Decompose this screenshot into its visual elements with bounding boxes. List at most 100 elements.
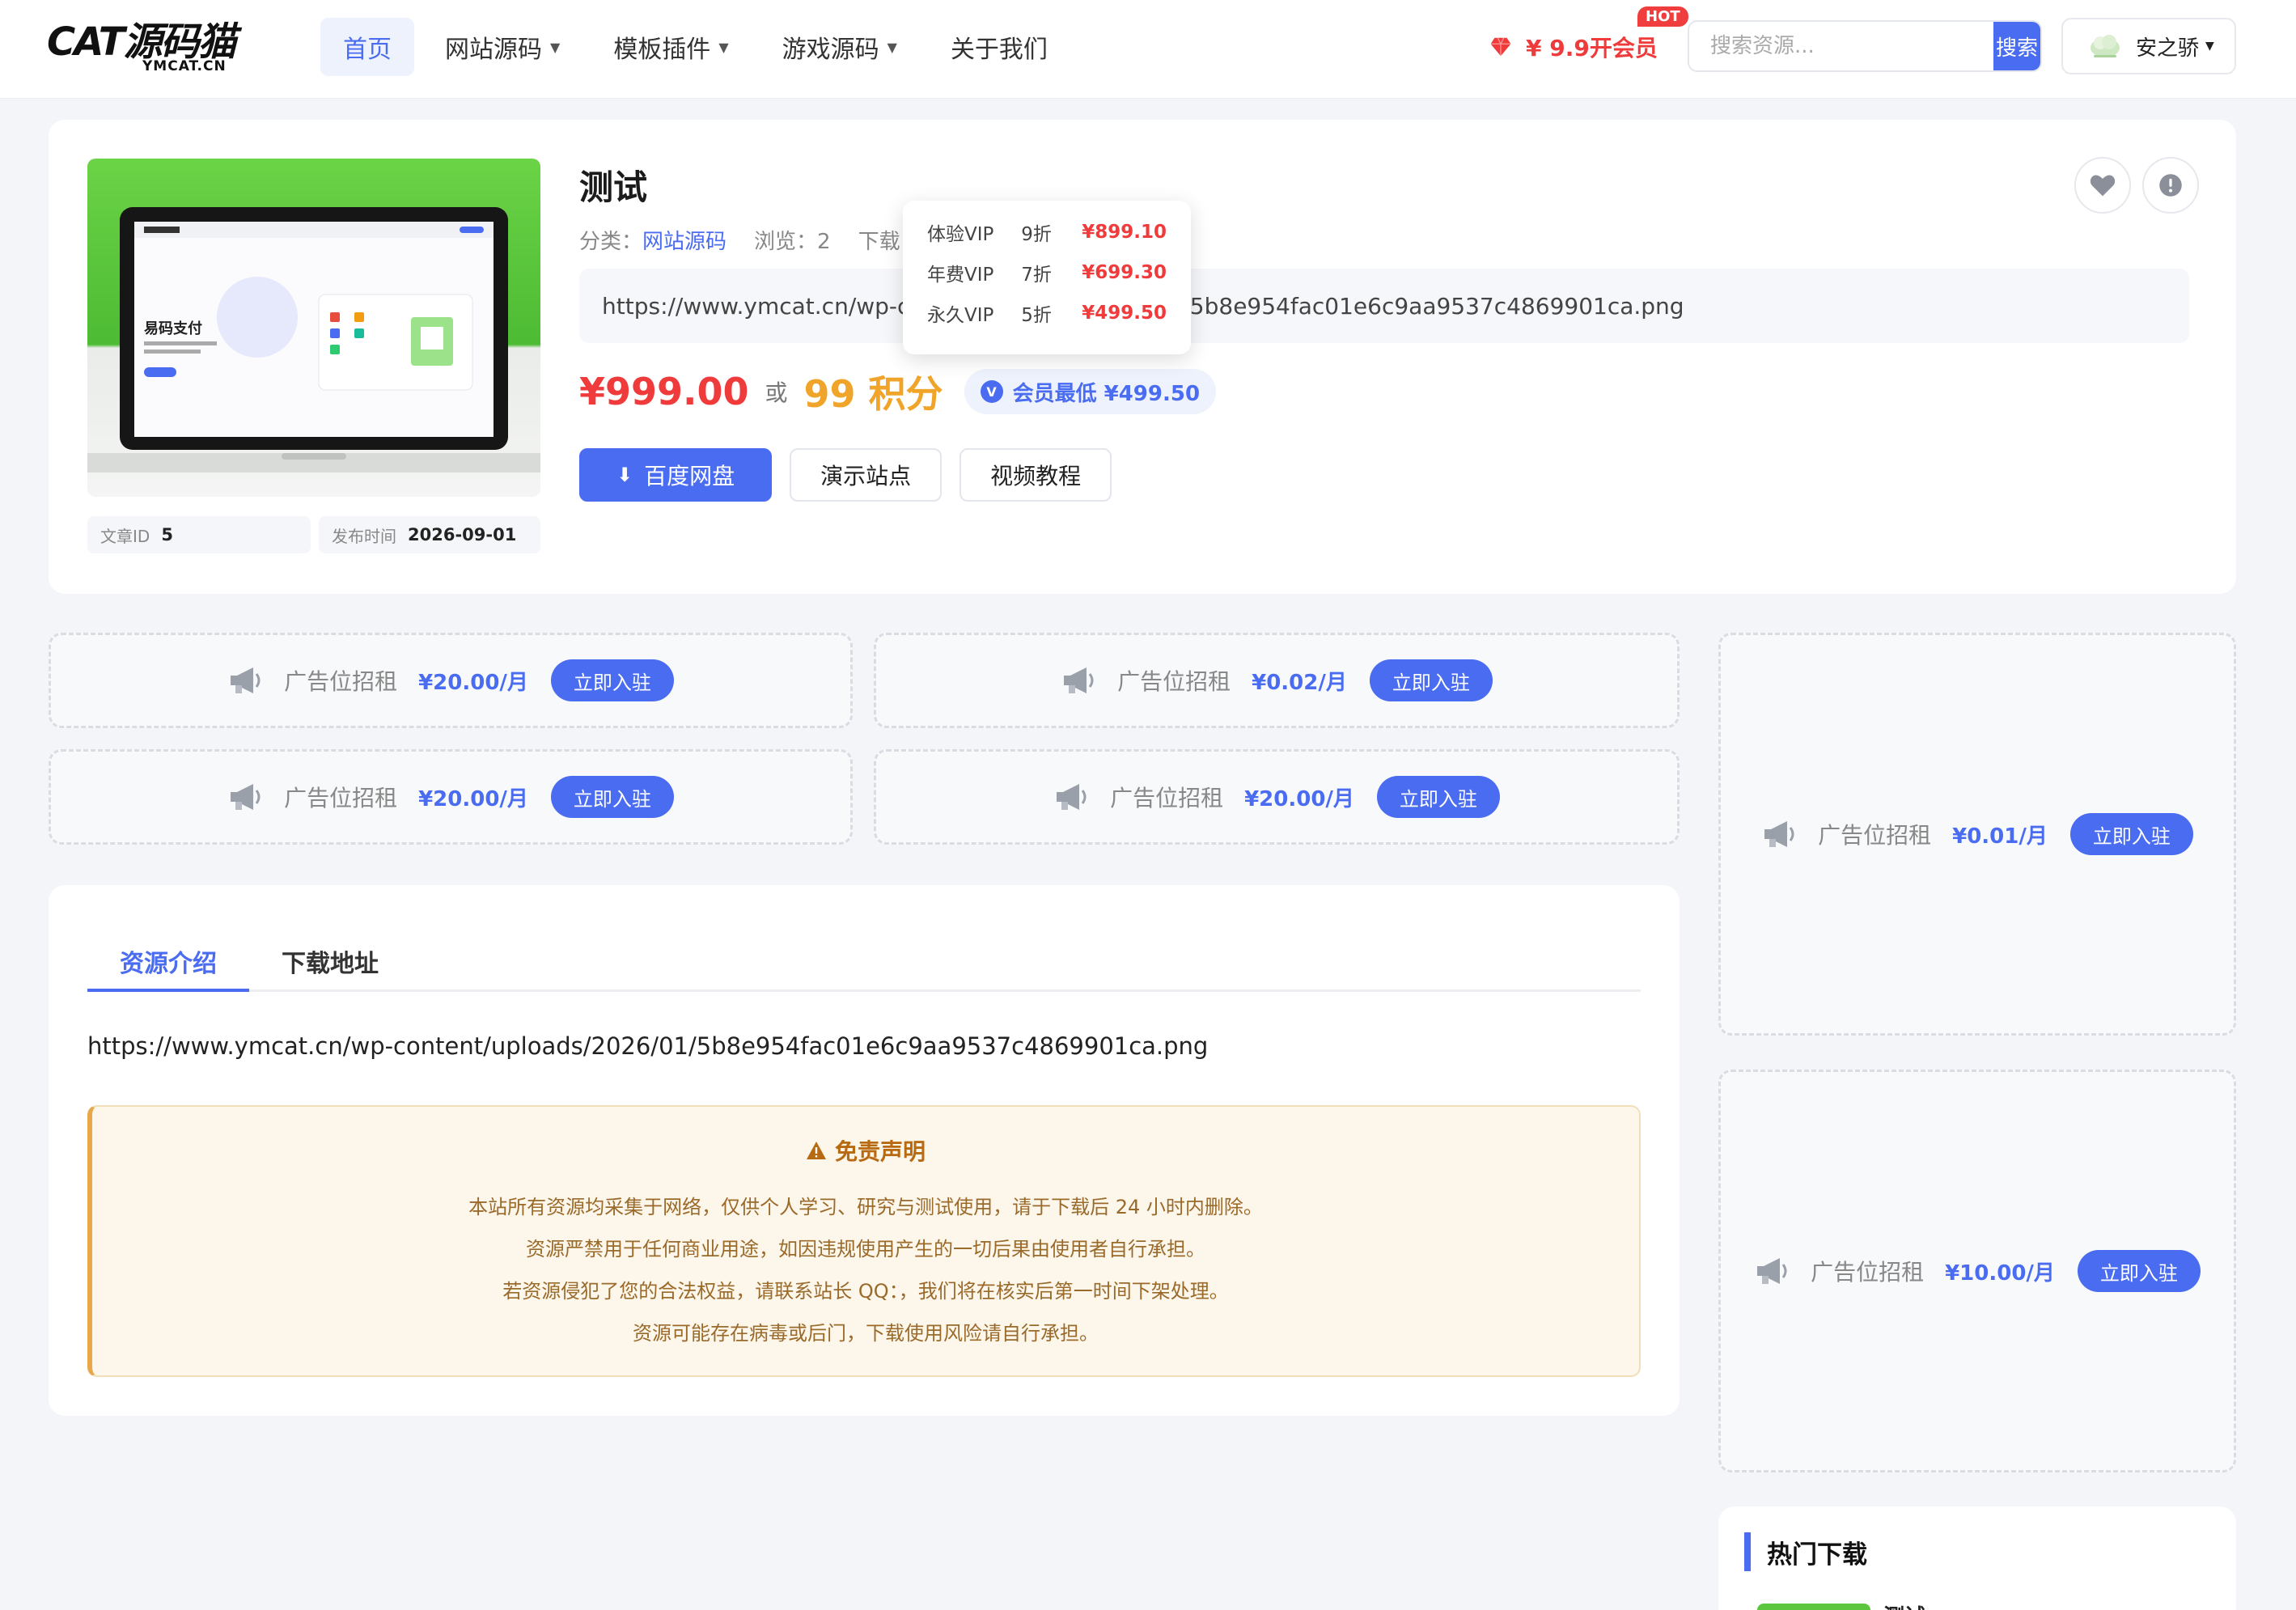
nav-item-templates[interactable]: 模板插件 ▼ <box>591 18 751 76</box>
or-text: 或 <box>765 379 788 406</box>
tab-resource-intro[interactable]: 资源介绍 <box>87 942 249 992</box>
diamond-icon <box>1490 37 1511 57</box>
vip-row: 年费VIP 7折 ¥699.30 <box>927 252 1167 293</box>
vip-row: 体验VIP 9折 ¥899.10 <box>927 212 1167 252</box>
member-min-price[interactable]: V 会员最低 ¥499.50 <box>964 369 1217 414</box>
sidebar-ad-slot: 广告位招租 ¥0.01/月 立即入驻 <box>1718 633 2236 1036</box>
vip-level: 体验VIP <box>927 224 994 245</box>
ad-join-button[interactable]: 立即入驻 <box>1376 776 1500 818</box>
product-card: 易码支付 文章ID 5 发布时间 2026-09-01 测试 分类：网站源码 浏… <box>49 120 2236 594</box>
ad-text: 广告位招租 <box>284 785 398 811</box>
ad-join-button[interactable]: 立即入驻 <box>550 659 674 701</box>
vip-row: 永久VIP 5折 ¥499.50 <box>927 293 1167 333</box>
site-logo[interactable]: CAT源码猫 YMCAT.CN <box>47 18 249 74</box>
vip-signup-link[interactable]: ¥ 9.9开会员 <box>1489 29 1658 65</box>
vip-price: ¥699.30 <box>1082 262 1167 283</box>
ad-slot: 广告位招租 ¥20.00/月 立即入驻 <box>49 749 853 845</box>
ad-join-button[interactable]: 立即入驻 <box>2069 813 2193 855</box>
ad-price: ¥20.00/月 <box>418 670 528 695</box>
publish-label: 发布时间 <box>332 526 396 546</box>
action-buttons: ⬇ 百度网盘 演示站点 视频教程 <box>579 448 1112 502</box>
ad-price: ¥0.02/月 <box>1252 670 1347 695</box>
disclaimer-line: 若资源侵犯了您的合法权益，请联系站长 QQ：，我们将在核实后第一时间下架处理。 <box>502 1280 1229 1303</box>
view-count: 浏览：2 <box>754 230 831 254</box>
megaphone-icon <box>1757 1258 1787 1284</box>
search-button[interactable]: 搜索 <box>1993 22 2040 70</box>
product-title: 测试 <box>579 167 648 207</box>
hot-item-title[interactable]: 测试 <box>1883 1600 1925 1610</box>
user-menu[interactable]: 安之骄 ▼ <box>2061 18 2236 74</box>
caret-down-icon: ▼ <box>887 39 897 55</box>
download-count: 下载 <box>858 230 900 254</box>
megaphone-icon <box>1064 667 1094 693</box>
user-name: 安之骄 <box>2136 36 2200 61</box>
disclaimer-title: 免责声明 <box>92 1134 1639 1167</box>
caret-down-icon: ▼ <box>550 39 561 55</box>
ad-text: 广告位招租 <box>1110 785 1224 811</box>
heart-icon <box>2090 175 2116 197</box>
points-price: 99 积分 <box>803 372 943 416</box>
search-bar: 搜索 <box>1688 20 2042 72</box>
ad-join-button[interactable]: 立即入驻 <box>2077 1250 2201 1292</box>
ad-price: ¥20.00/月 <box>1244 786 1354 811</box>
hot-item-thumbnail[interactable] <box>1757 1604 1870 1610</box>
ad-slot: 广告位招租 ¥20.00/月 立即入驻 <box>874 749 1680 845</box>
favorite-button[interactable] <box>2074 157 2131 214</box>
megaphone-icon <box>1057 784 1087 810</box>
disclaimer-line: 本站所有资源均采集于网络，仅供个人学习、研究与测试使用，请于下载后 24 小时内… <box>468 1196 1263 1218</box>
hot-downloads-card: 热门下载 测试 <box>1718 1506 2236 1610</box>
nav-label: 关于我们 <box>950 36 1048 64</box>
nav-item-home[interactable]: 首页 <box>320 18 414 76</box>
laptop-illustration: 易码支付 <box>87 159 540 497</box>
nav-item-game-source[interactable]: 游戏源码 ▼ <box>760 18 920 76</box>
thumb-title: 易码支付 <box>144 320 202 337</box>
demo-site-button[interactable]: 演示站点 <box>790 448 943 502</box>
vip-price: ¥499.50 <box>1082 303 1167 324</box>
button-label: 百度网盘 <box>644 463 735 489</box>
ad-join-button[interactable]: 立即入驻 <box>1369 659 1493 701</box>
logo-domain: YMCAT.CN <box>142 58 227 74</box>
vip-level: 年费VIP <box>927 265 994 286</box>
video-tutorial-button[interactable]: 视频教程 <box>959 448 1112 502</box>
disclaimer-line: 资源严禁用于任何商业用途，如因违规使用产生的一切后果由使用者自行承担。 <box>526 1238 1205 1260</box>
disclaimer-title-text: 免责声明 <box>834 1138 926 1165</box>
content-card: 资源介绍 下载地址 https://www.ymcat.cn/wp-conten… <box>49 885 1680 1416</box>
publish-date-value: 2026-09-01 <box>408 525 517 544</box>
ad-slot: 广告位招租 ¥0.02/月 立即入驻 <box>874 633 1680 728</box>
report-button[interactable] <box>2142 157 2199 214</box>
hot-downloads-title: 热门下载 <box>1744 1532 1867 1571</box>
price: ¥999.00 <box>579 370 749 413</box>
category-link[interactable]: 网站源码 <box>642 230 727 254</box>
vip-link-label: ¥ 9.9开会员 <box>1526 35 1658 61</box>
nav-label: 网站源码 <box>445 36 542 64</box>
category-info: 分类：网站源码 <box>579 225 727 255</box>
product-thumbnail[interactable]: 易码支付 <box>87 159 540 497</box>
main-nav: 首页 网站源码 ▼ 模板插件 ▼ 游戏源码 ▼ 关于我们 <box>320 18 1070 76</box>
tab-download-address[interactable]: 下载地址 <box>249 942 411 992</box>
ad-join-button[interactable]: 立即入驻 <box>550 776 674 818</box>
vip-price: ¥899.10 <box>1082 222 1167 243</box>
sidebar-ad-slot: 广告位招租 ¥10.00/月 立即入驻 <box>1718 1070 2236 1472</box>
description-text: https://www.ymcat.cn/wp-content/uploads/… <box>87 1032 1209 1060</box>
vip-discount: 5折 <box>1021 305 1052 326</box>
download-icon: ⬇ <box>616 464 633 486</box>
disclaimer-line: 资源可能存在病毒或后门，下载使用风险请自行承担。 <box>633 1322 1099 1345</box>
ad-price: ¥20.00/月 <box>418 786 528 811</box>
ad-text: 广告位招租 <box>1818 822 1932 849</box>
caret-down-icon: ▼ <box>2205 40 2214 53</box>
vip-discount-popup: 体验VIP 9折 ¥899.10 年费VIP 7折 ¥699.30 永久VIP … <box>903 201 1191 354</box>
search-input[interactable] <box>1689 22 1993 70</box>
nav-item-about[interactable]: 关于我们 <box>928 18 1070 76</box>
price-row: ¥999.00 或 99 积分 V 会员最低 ¥499.50 <box>579 366 1217 417</box>
baidu-pan-download-button[interactable]: ⬇ 百度网盘 <box>579 448 773 502</box>
megaphone-icon <box>231 667 261 693</box>
product-url: https://www.ymcat.cn/wp-content/uploads/… <box>579 269 2189 343</box>
article-id-pill: 文章ID 5 <box>87 516 311 553</box>
nav-item-website-source[interactable]: 网站源码 ▼ <box>422 18 582 76</box>
avatar-icon <box>2091 35 2120 57</box>
top-header: CAT源码猫 YMCAT.CN 首页 网站源码 ▼ 模板插件 ▼ 游戏源码 ▼ … <box>0 0 2296 99</box>
ad-price: ¥10.00/月 <box>1945 1260 2055 1286</box>
caret-down-icon: ▼ <box>718 39 729 55</box>
nav-label: 首页 <box>343 36 392 64</box>
content-tabs: 资源介绍 下载地址 <box>87 942 1641 992</box>
